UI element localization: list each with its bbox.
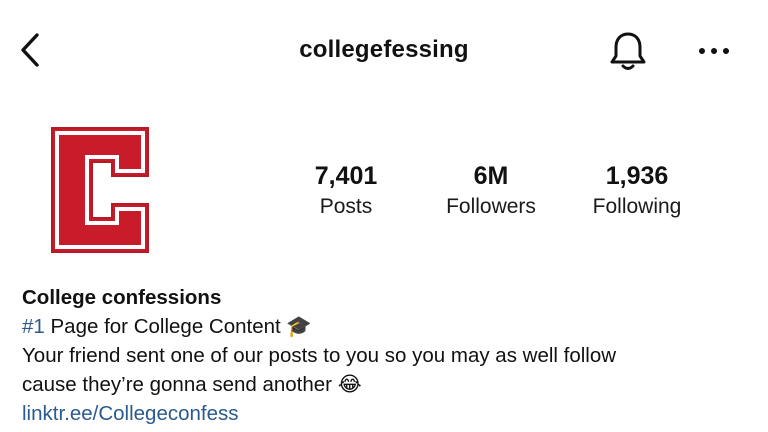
bio-line-1: #1 Page for College Content 🎓 bbox=[22, 312, 742, 341]
following-label: Following bbox=[592, 195, 682, 218]
bio-line-3: cause they’re gonna send another 😂 bbox=[22, 370, 742, 399]
followers-count: 6M bbox=[473, 162, 509, 190]
college-c-logo bbox=[51, 127, 149, 253]
bell-icon bbox=[608, 30, 648, 79]
laughing-emoji-icon: 😂 bbox=[337, 372, 362, 396]
bio-line-3-text: cause they’re gonna send another bbox=[22, 373, 338, 396]
profile-display-name: College confessions bbox=[22, 286, 222, 309]
bio-line-1-text: Page for College Content bbox=[44, 315, 287, 338]
bio-line-2: Your friend sent one of our posts to you… bbox=[22, 344, 617, 367]
profile-username: collegefessing bbox=[299, 36, 469, 63]
stat-followers[interactable]: 6M Followers bbox=[416, 160, 566, 222]
stat-following[interactable]: 1,936 Following bbox=[562, 160, 712, 222]
followers-label: Followers bbox=[446, 195, 536, 218]
stat-posts[interactable]: 7,401 Posts bbox=[271, 160, 421, 222]
graduation-cap-icon: 🎓 bbox=[286, 314, 312, 338]
profile-bio: College confessions #1 Page for College … bbox=[22, 283, 742, 428]
profile-external-link[interactable]: linktr.ee/Collegeconfess bbox=[22, 399, 742, 428]
notifications-button[interactable] bbox=[604, 30, 652, 78]
profile-avatar[interactable] bbox=[44, 122, 156, 258]
posts-label: Posts bbox=[319, 195, 373, 218]
more-horizontal-icon bbox=[698, 43, 730, 61]
posts-count: 7,401 bbox=[314, 162, 378, 190]
hashtag-link[interactable]: #1 bbox=[22, 315, 45, 338]
following-count: 1,936 bbox=[605, 162, 669, 190]
more-options-button[interactable] bbox=[690, 34, 738, 70]
